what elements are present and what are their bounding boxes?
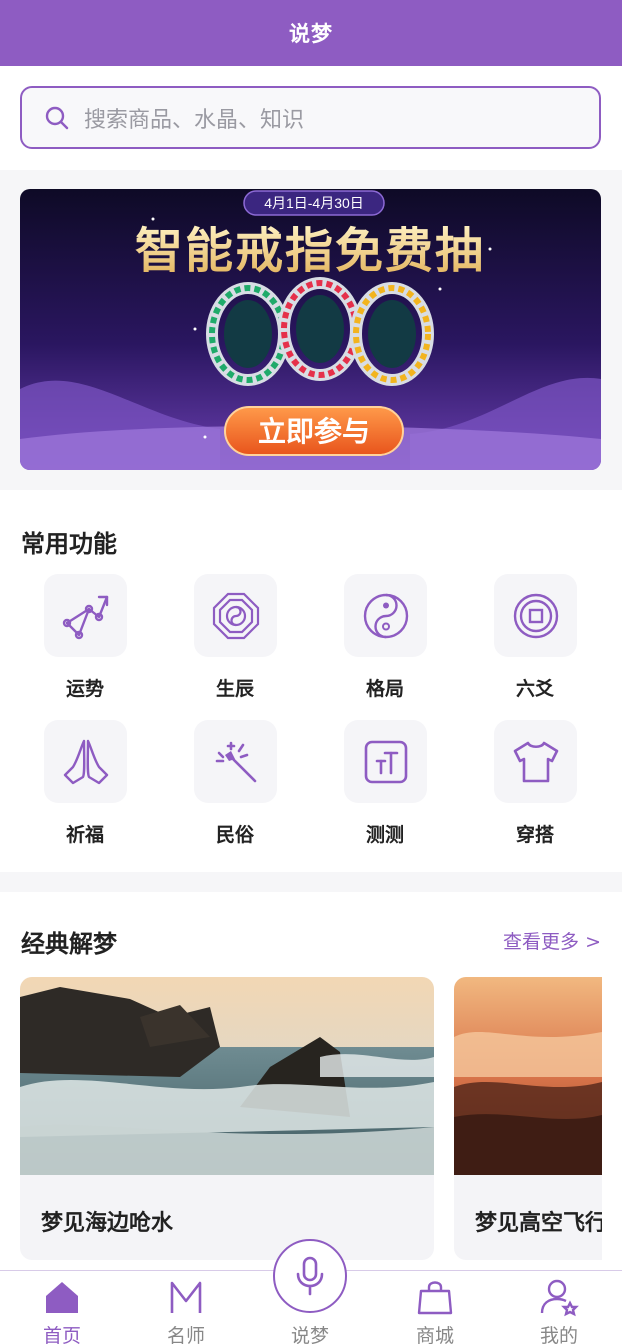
bagua-icon [212,592,259,639]
bottom-tab-bar: 首页 名师 说梦 商城 我的 [0,1239,622,1344]
view-more-link[interactable]: 查看更多 > [503,927,601,954]
section-title: 经典解梦 [21,930,117,958]
tab-dream-speak[interactable]: 说梦 [260,1239,360,1344]
function-item-fortune[interactable]: 运势 [10,574,160,714]
function-icon-box [494,720,577,803]
function-label: 穿搭 [515,824,554,846]
function-icon-box [344,574,427,657]
function-label: 生辰 [215,678,254,700]
praying-hands-icon [63,739,108,784]
function-icon-box [44,720,127,803]
function-item-test[interactable]: 测测 [310,720,460,860]
search-placeholder: 搜索商品、水晶、知识 [84,107,305,133]
function-item-liuyao[interactable]: 六爻 [460,574,610,714]
trend-chart-icon [62,595,108,639]
function-label: 民俗 [215,824,254,846]
home-icon [46,1282,78,1313]
banner-date: 4月1日-4月30日 [264,195,364,211]
sky-flight-image [454,977,602,1175]
function-item-birth[interactable]: 生辰 [160,574,310,714]
function-item-pattern[interactable]: 格局 [310,574,460,714]
function-icon-box [194,720,277,803]
microphone-button[interactable] [273,1239,347,1313]
microphone-icon [296,1256,324,1296]
classic-dreams-section: 经典解梦 查看更多 > 梦见海边呛水 梦见高空飞行 [0,892,622,1292]
coin-icon [513,593,558,638]
banner-artwork: 4月1日-4月30日 智能戒指免费抽 立即参与 [20,189,601,470]
dream-card[interactable]: 梦见高空飞行 [454,977,602,1260]
yin-yang-icon [363,593,408,638]
tab-home[interactable]: 首页 [12,1271,112,1344]
tab-label: 首页 [42,1325,81,1344]
banner-section: 4月1日-4月30日 智能戒指免费抽 立即参与 [0,170,622,490]
function-label: 六爻 [515,678,554,700]
tab-label: 商城 [415,1325,454,1344]
tab-label: 名师 [166,1325,205,1344]
function-label: 测测 [365,824,404,846]
search-icon [45,106,69,129]
tab-mall[interactable]: 商城 [385,1271,485,1344]
tab-label: 我的 [539,1325,578,1344]
common-functions-section: 常用功能 运势 生辰 格局 六爻 祈福 民俗 测测 穿搭 [0,490,622,872]
dream-card-title: 梦见海边呛水 [41,1211,174,1236]
page-title: 说梦 [289,22,333,46]
function-item-folklore[interactable]: 民俗 [160,720,310,860]
function-icon-box [344,720,427,803]
function-item-blessing[interactable]: 祈福 [10,720,160,860]
function-label: 格局 [365,678,404,700]
section-title: 常用功能 [21,530,117,558]
tab-masters[interactable]: 名师 [136,1271,236,1344]
function-label: 运势 [65,678,104,700]
seaside-image [20,977,434,1175]
banner-headline: 智能戒指免费抽 [135,223,485,279]
promo-banner[interactable]: 4月1日-4月30日 智能戒指免费抽 立即参与 [20,189,601,470]
shopping-bag-icon [417,1281,453,1315]
function-icon-box [194,574,277,657]
search-section: 搜索商品、水晶、知识 [0,66,622,170]
function-label: 祈福 [65,824,104,846]
function-item-outfit[interactable]: 穿搭 [460,720,610,860]
tab-label: 说梦 [290,1325,329,1344]
dream-card[interactable]: 梦见海边呛水 [20,977,434,1260]
function-icon-box [44,574,127,657]
magic-wand-icon [215,741,256,782]
text-size-icon [364,740,407,783]
top-bar: 说梦 [0,0,622,66]
tshirt-icon [513,741,558,782]
banner-cta[interactable]: 立即参与 [258,415,370,448]
tab-mine[interactable]: 我的 [509,1271,609,1344]
m-letter-icon [170,1281,202,1313]
search-input[interactable]: 搜索商品、水晶、知识 [20,86,601,149]
user-icon [540,1279,579,1317]
dream-card-title: 梦见高空飞行 [475,1211,602,1236]
function-icon-box [494,574,577,657]
